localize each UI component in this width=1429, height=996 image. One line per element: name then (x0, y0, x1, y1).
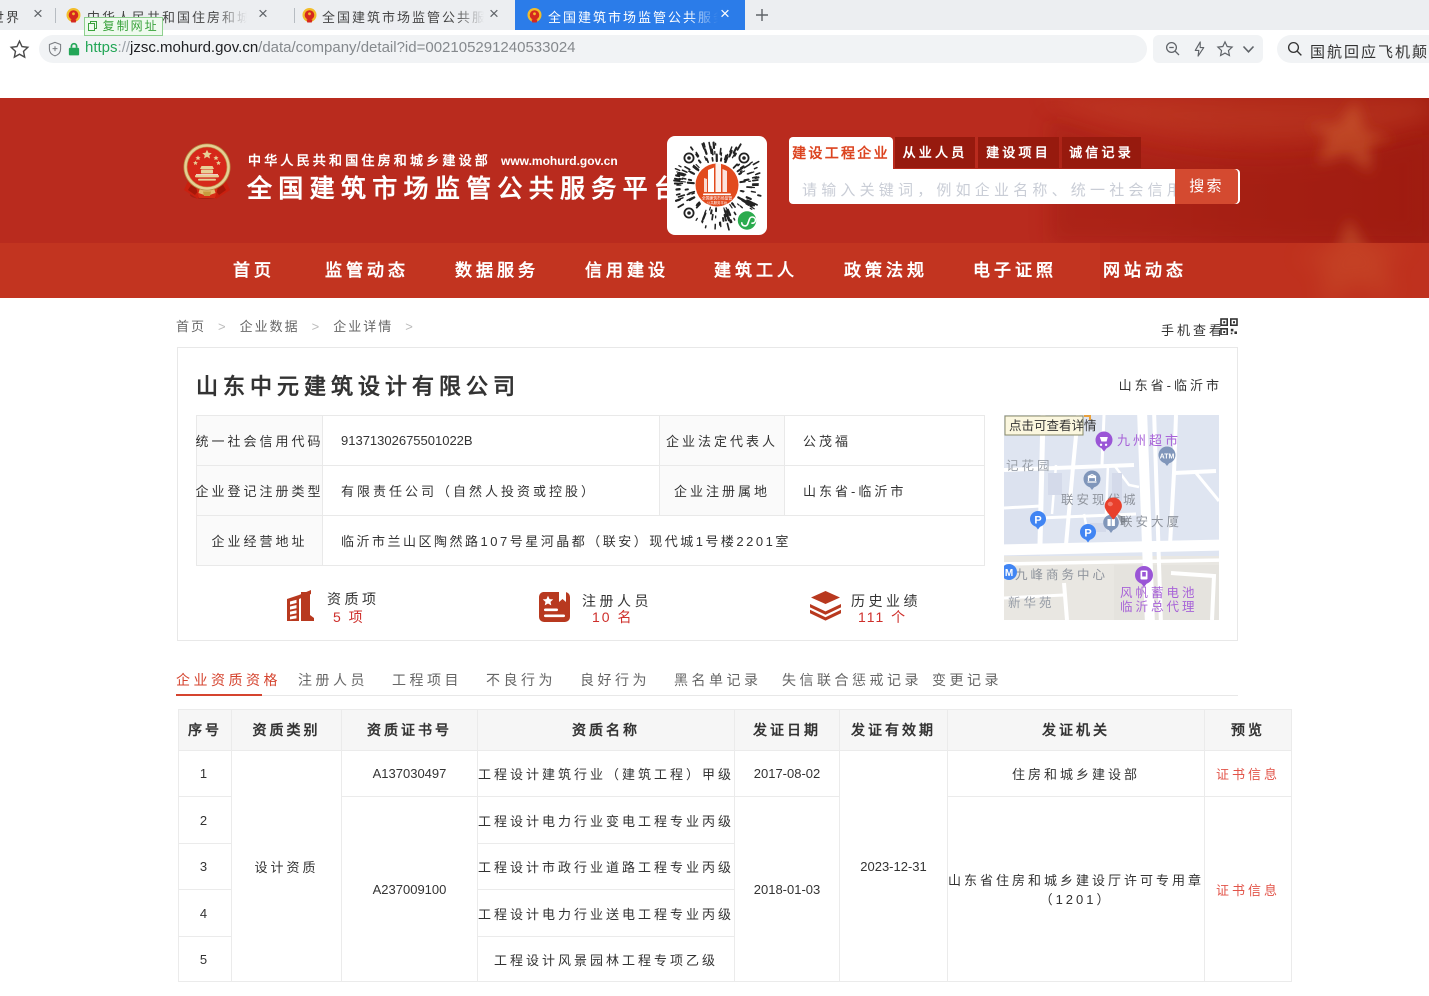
svg-text:九峰商务中心: 九峰商务中心 (1015, 567, 1108, 582)
svg-text:临沂总代理: 临沂总代理 (1120, 600, 1198, 614)
svg-text:九州超市: 九州超市 (1117, 433, 1181, 448)
svg-text:联安现代城: 联安现代城 (1061, 492, 1139, 507)
svg-text:新华苑: 新华苑 (1008, 595, 1055, 610)
svg-text:ATM: ATM (1160, 454, 1175, 461)
svg-text:联安大厦: 联安大厦 (1120, 514, 1182, 529)
svg-text:M: M (1005, 568, 1013, 579)
svg-text:全国建筑市场监管: 全国建筑市场监管 (702, 196, 733, 201)
svg-text:P: P (1034, 515, 1041, 527)
svg-text:公共服务平台: 公共服务平台 (707, 200, 728, 205)
svg-text:记花园: 记花园 (1006, 458, 1053, 473)
svg-text:点击可查看详情: 点击可查看详情 (1009, 418, 1097, 433)
svg-text:风帆蓄电池: 风帆蓄电池 (1120, 585, 1198, 600)
svg-text:P: P (1084, 528, 1091, 540)
